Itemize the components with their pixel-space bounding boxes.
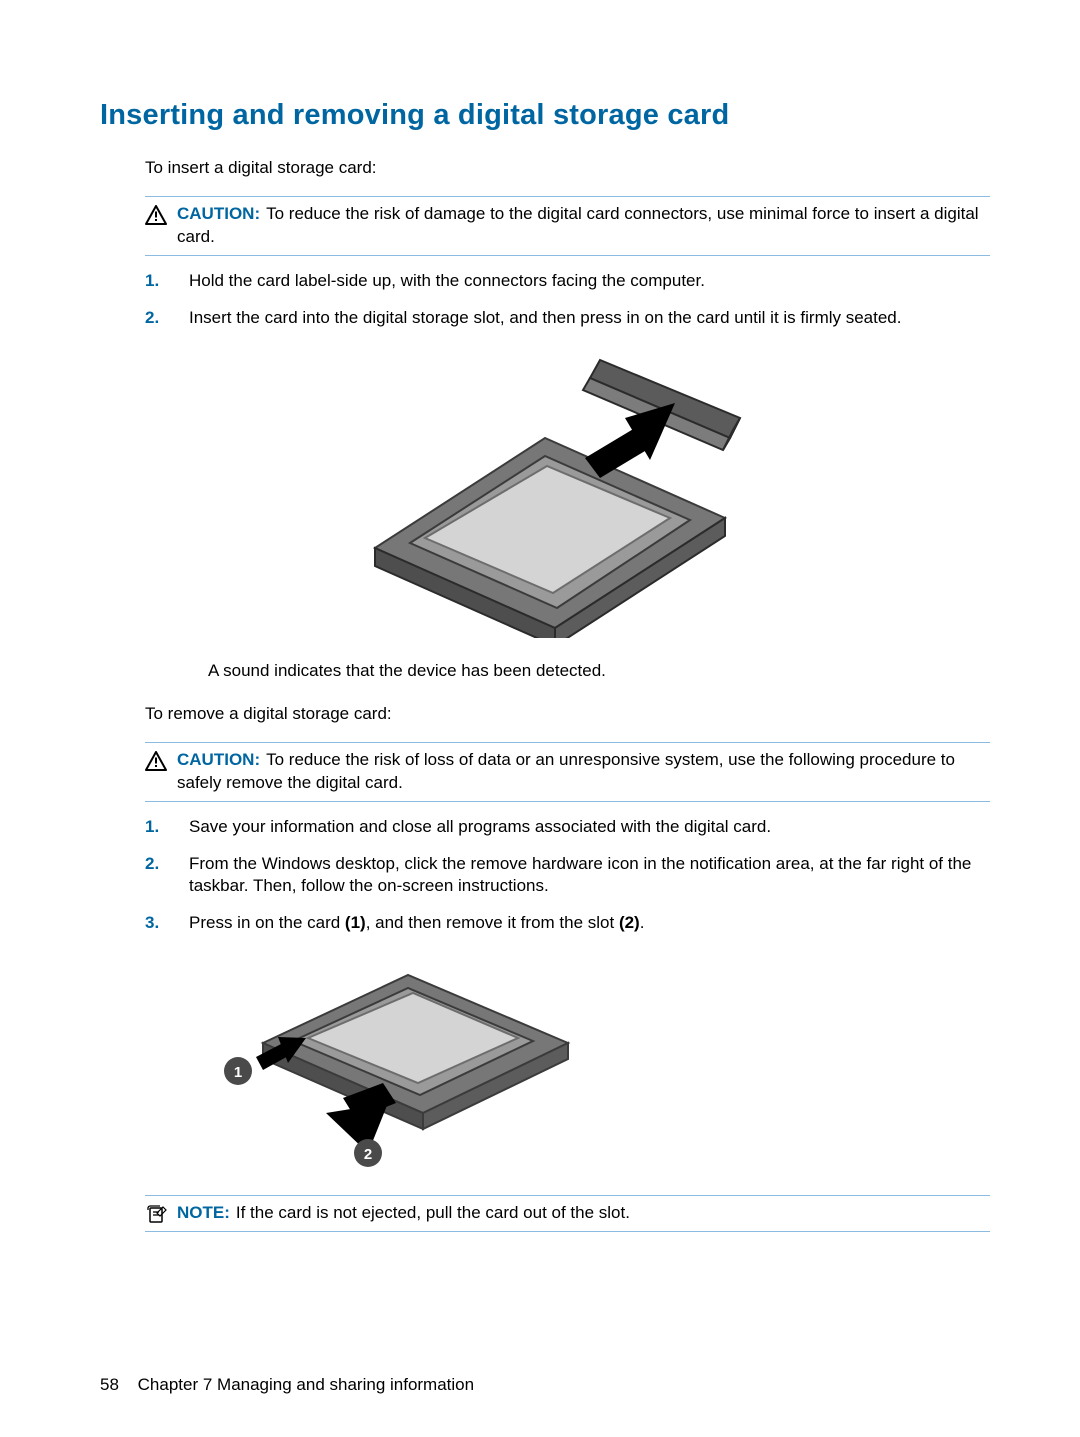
step-number: 2. bbox=[145, 307, 167, 330]
page-number: 58 bbox=[100, 1375, 119, 1394]
step-text: Hold the card label-side up, with the co… bbox=[189, 270, 705, 293]
caution-label: CAUTION: bbox=[177, 204, 260, 223]
insert-step-1: 1. Hold the card label-side up, with the… bbox=[145, 270, 990, 293]
step-number: 2. bbox=[145, 853, 167, 899]
note-icon bbox=[145, 1204, 167, 1224]
insert-card-illustration-icon bbox=[335, 348, 755, 638]
step-number: 1. bbox=[145, 816, 167, 839]
caution-2-text: To reduce the risk of loss of data or an… bbox=[177, 750, 955, 792]
detected-text: A sound indicates that the device has be… bbox=[208, 660, 990, 683]
remove-step-1: 1. Save your information and close all p… bbox=[145, 816, 990, 839]
svg-text:2: 2 bbox=[364, 1146, 372, 1163]
svg-text:1: 1 bbox=[234, 1064, 242, 1081]
remove-intro: To remove a digital storage card: bbox=[145, 703, 990, 726]
step-text: From the Windows desktop, click the remo… bbox=[189, 853, 990, 899]
remove-steps: 1. Save your information and close all p… bbox=[145, 816, 990, 936]
step-number: 1. bbox=[145, 270, 167, 293]
caution-body: CAUTION:To reduce the risk of damage to … bbox=[177, 203, 990, 249]
insert-step-2: 2. Insert the card into the digital stor… bbox=[145, 307, 990, 330]
page-title: Inserting and removing a digital storage… bbox=[100, 96, 990, 135]
note-label: NOTE: bbox=[177, 1203, 230, 1222]
insert-steps: 1. Hold the card label-side up, with the… bbox=[145, 270, 990, 330]
caution-icon bbox=[145, 751, 167, 771]
note-body: NOTE: If the card is not ejected, pull th… bbox=[177, 1202, 630, 1225]
chapter-title: Chapter 7 Managing and sharing informati… bbox=[138, 1375, 474, 1394]
caution-icon bbox=[145, 205, 167, 225]
caution-label: CAUTION: bbox=[177, 750, 260, 769]
remove-step-3: 3. Press in on the card (1), and then re… bbox=[145, 912, 990, 935]
page-footer: 58 Chapter 7 Managing and sharing inform… bbox=[100, 1374, 474, 1397]
caution-1-text: To reduce the risk of damage to the digi… bbox=[177, 204, 979, 246]
insert-intro: To insert a digital storage card: bbox=[145, 157, 990, 180]
remove-step-2: 2. From the Windows desktop, click the r… bbox=[145, 853, 990, 899]
step-number: 3. bbox=[145, 912, 167, 935]
figure-insert-card bbox=[100, 348, 990, 638]
step-text: Save your information and close all prog… bbox=[189, 816, 771, 839]
step-text: Press in on the card (1), and then remov… bbox=[189, 912, 644, 935]
note-text: If the card is not ejected, pull the car… bbox=[236, 1203, 630, 1222]
figure-remove-card: 1 2 bbox=[208, 953, 990, 1173]
note-box: NOTE: If the card is not ejected, pull th… bbox=[145, 1195, 990, 1232]
caution-box-1: CAUTION:To reduce the risk of damage to … bbox=[145, 196, 990, 256]
step-text: Insert the card into the digital storage… bbox=[189, 307, 902, 330]
caution-body: CAUTION:To reduce the risk of loss of da… bbox=[177, 749, 990, 795]
remove-card-illustration-icon: 1 2 bbox=[208, 953, 588, 1173]
document-page: Inserting and removing a digital storage… bbox=[0, 0, 1080, 1437]
caution-box-2: CAUTION:To reduce the risk of loss of da… bbox=[145, 742, 990, 802]
